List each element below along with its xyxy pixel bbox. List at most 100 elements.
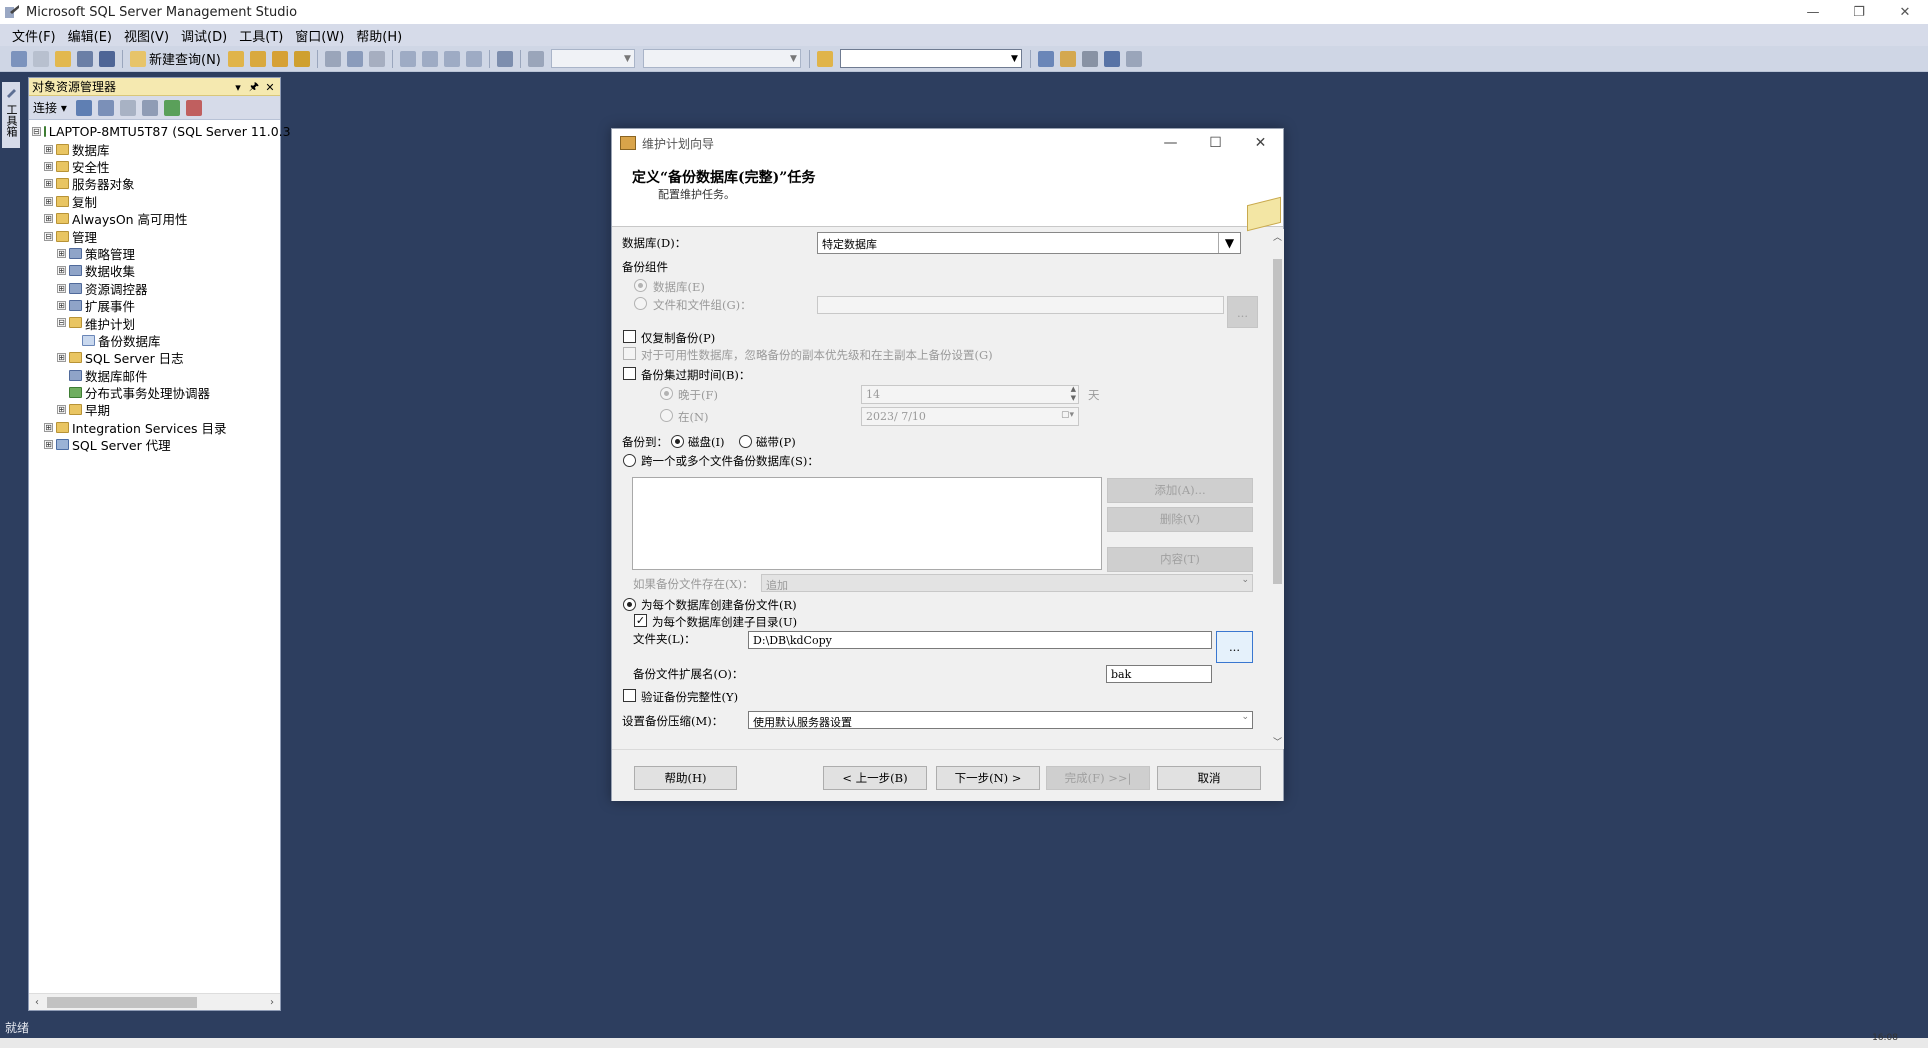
across-files-radio[interactable] xyxy=(623,454,636,467)
copy-only-checkbox[interactable] xyxy=(623,330,636,343)
finish-button[interactable]: 完成(F) >>| xyxy=(1046,766,1150,790)
add-item-icon[interactable] xyxy=(33,50,49,67)
compression-select[interactable]: 使用默认服务器设置 ⌄ xyxy=(748,711,1253,729)
new-query-icon[interactable] xyxy=(130,50,146,67)
analysis-dmx-query-icon[interactable] xyxy=(271,50,288,67)
tree-node-server-objects[interactable]: ⊞ 服务器对象 xyxy=(29,175,280,192)
expand-icon[interactable]: ⊞ xyxy=(57,353,66,363)
expand-icon[interactable]: ⊞ xyxy=(44,161,53,171)
save-icon[interactable] xyxy=(77,50,93,67)
cancel-button[interactable]: 取消 xyxy=(1157,766,1261,790)
collapse-icon[interactable]: ⊟ xyxy=(44,231,53,241)
find-in-files-icon[interactable] xyxy=(816,50,833,67)
chevron-down-icon[interactable]: ▼ xyxy=(1218,233,1240,253)
collapse-icon[interactable]: ⊟ xyxy=(32,127,41,137)
files-filegroups-field[interactable] xyxy=(817,296,1224,314)
expand-icon[interactable]: ⊞ xyxy=(44,179,53,189)
component-files-radio[interactable] xyxy=(634,297,647,310)
expand-icon[interactable]: ⊞ xyxy=(44,422,53,432)
horizontal-scrollbar[interactable]: ‹ › xyxy=(29,993,280,1010)
tree-node-databases[interactable]: ⊞ 数据库 xyxy=(29,140,280,158)
new-query-button[interactable]: 新建查询(N) xyxy=(149,49,221,68)
scroll-down-icon[interactable]: ﹀ xyxy=(1271,735,1284,748)
tree-node-management[interactable]: ⊟ 管理 xyxy=(29,227,280,245)
solution-configurations-combo[interactable]: ▼ xyxy=(550,49,635,68)
files-browse-button[interactable]: ... xyxy=(1227,296,1258,328)
menu-file[interactable]: 文件(F) xyxy=(6,26,62,45)
component-database-radio[interactable] xyxy=(634,279,647,292)
close-button[interactable]: ✕ xyxy=(1882,0,1928,24)
tree-node-server[interactable]: ⊟ LAPTOP-8MTU5T87 (SQL Server 11.0.3 xyxy=(29,123,291,140)
analysis-mdx-query-icon[interactable] xyxy=(249,50,266,67)
tree-node-dtc[interactable]: 分布式事务处理协调器 xyxy=(29,384,280,401)
tree-node-legacy[interactable]: ⊞ 早期 xyxy=(29,401,280,418)
if-exists-select[interactable]: 追加 ⌄ xyxy=(761,574,1253,592)
disk-radio[interactable] xyxy=(671,435,684,448)
contents-button[interactable]: 内容(T) xyxy=(1107,547,1253,572)
close-panel-icon[interactable]: ✕ xyxy=(262,81,278,94)
navigate-backward-icon[interactable] xyxy=(443,50,460,67)
folder-browse-button[interactable]: ... xyxy=(1216,631,1253,663)
dialog-minimize-button[interactable]: — xyxy=(1148,129,1193,157)
tree-node-backup-database-plan[interactable]: 备份数据库 xyxy=(29,332,280,349)
menu-window[interactable]: 窗口(W) xyxy=(289,26,350,45)
dialog-close-button[interactable]: ✕ xyxy=(1238,129,1283,157)
scroll-left-icon[interactable]: ‹ xyxy=(29,994,45,1011)
expand-icon[interactable]: ⊞ xyxy=(44,214,53,224)
menu-view[interactable]: 视图(V) xyxy=(118,26,175,45)
tree-node-database-mail[interactable]: 数据库邮件 xyxy=(29,366,280,384)
cut-icon[interactable] xyxy=(324,50,341,67)
ag-priority-checkbox[interactable] xyxy=(623,347,636,360)
tape-radio[interactable] xyxy=(739,435,752,448)
pin-icon[interactable]: 🖈 xyxy=(246,78,262,97)
expire-checkbox[interactable] xyxy=(623,367,636,380)
paste-icon[interactable] xyxy=(368,50,385,67)
per-db-subdir-checkbox[interactable]: ✓ xyxy=(634,614,647,627)
expand-icon[interactable]: ⊞ xyxy=(44,196,53,206)
expand-icon[interactable]: ⊞ xyxy=(44,144,53,154)
expand-icon[interactable]: ⊞ xyxy=(57,248,66,258)
db-engine-query-icon[interactable] xyxy=(227,50,244,67)
restore-button[interactable]: ❐ xyxy=(1836,0,1882,24)
disconnect-icon[interactable] xyxy=(97,99,114,116)
tree-node-security[interactable]: ⊞ 安全性 xyxy=(29,158,280,175)
toolbar-options-icon[interactable] xyxy=(1125,50,1142,67)
per-db-file-radio[interactable] xyxy=(623,598,636,611)
later-than-days-spinner[interactable]: 14 ▲ ▼ xyxy=(861,385,1079,404)
tree-node-resource-governor[interactable]: ⊞ 资源调控器 xyxy=(29,280,280,297)
expand-icon[interactable]: ⊞ xyxy=(57,283,66,293)
on-date-picker[interactable]: 2023/ 7/10 ▢▾ xyxy=(861,407,1079,426)
scroll-up-icon[interactable]: ︿ xyxy=(1271,230,1284,243)
database-select[interactable]: 特定数据库 ▼ xyxy=(817,232,1241,254)
help-button[interactable]: 帮助(H) xyxy=(634,766,737,790)
solution-platforms-combo[interactable]: ▼ xyxy=(642,49,801,68)
tree-node-alwayson[interactable]: ⊞ AlwaysOn 高可用性 xyxy=(29,210,280,227)
expand-icon[interactable]: ⊞ xyxy=(44,440,53,450)
spinner-arrows-icon[interactable]: ▲ ▼ xyxy=(1071,386,1076,403)
save-all-icon[interactable] xyxy=(99,50,115,67)
toolbox-tab[interactable]: 工具箱 xyxy=(2,82,20,148)
scroll-thumb[interactable] xyxy=(1273,259,1282,584)
remove-button[interactable]: 删除(V) xyxy=(1107,507,1253,532)
start-debugging-icon[interactable] xyxy=(527,50,544,67)
analysis-xmla-query-icon[interactable] xyxy=(293,50,310,67)
on-date-radio[interactable] xyxy=(660,409,673,422)
navigate-forward-icon[interactable] xyxy=(465,50,482,67)
collapse-icon[interactable]: ⊟ xyxy=(57,318,66,328)
calendar-icon[interactable]: ▢▾ xyxy=(1061,410,1074,420)
scroll-right-icon[interactable]: › xyxy=(264,994,280,1011)
scroll-thumb[interactable] xyxy=(47,997,197,1008)
menu-help[interactable]: 帮助(H) xyxy=(350,26,408,45)
stop-icon[interactable] xyxy=(119,99,136,116)
tree-node-extended-events[interactable]: ⊞ 扩展事件 xyxy=(29,297,280,314)
expand-icon[interactable]: ⊞ xyxy=(57,405,66,415)
tree-node-sql-agent[interactable]: ⊞ SQL Server 代理 xyxy=(29,436,280,453)
next-button[interactable]: 下一步(N) > xyxy=(936,766,1040,790)
folder-field[interactable]: D:\DB\kdCopy xyxy=(748,631,1212,649)
menu-edit[interactable]: 编辑(E) xyxy=(62,26,118,45)
open-file-icon[interactable] xyxy=(55,50,71,67)
new-project-icon[interactable] xyxy=(11,50,27,67)
back-button[interactable]: < 上一步(B) xyxy=(823,766,927,790)
window-position-dropdown-icon[interactable]: ▾ xyxy=(230,81,246,94)
tree-node-integration-services[interactable]: ⊞ Integration Services 目录 xyxy=(29,419,280,436)
